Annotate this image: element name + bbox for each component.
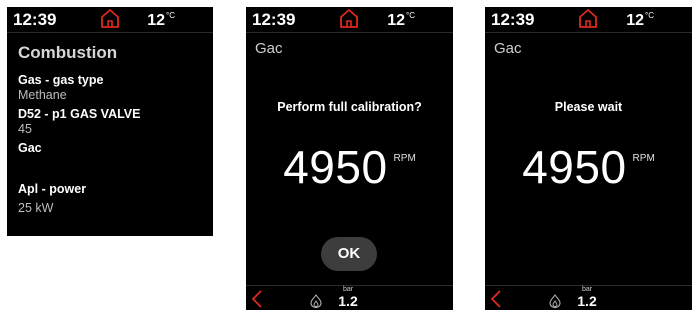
status-bar: 12:39 12°C bbox=[7, 7, 213, 33]
ok-button[interactable]: OK bbox=[321, 237, 377, 271]
home-icon[interactable] bbox=[338, 7, 360, 29]
back-arrow-icon[interactable] bbox=[250, 289, 264, 309]
screen-calibration-wait: 12:39 12°C Gac Please wait 4950 RPM bar 1… bbox=[485, 7, 692, 310]
fan-speed-readout: 4950 RPM bbox=[246, 140, 453, 194]
rpm-value: 4950 bbox=[283, 141, 388, 193]
rpm-value: 4950 bbox=[522, 141, 627, 193]
clock-time: 12:39 bbox=[252, 10, 296, 29]
back-arrow-icon[interactable] bbox=[489, 289, 503, 309]
pressure-readout: bar 1.2 bbox=[575, 286, 599, 308]
param-gac[interactable]: Gac bbox=[18, 141, 42, 156]
page-title: Gac bbox=[255, 40, 283, 57]
wait-message: Please wait bbox=[554, 100, 623, 114]
param-gas-type[interactable]: Gas - gas type Methane bbox=[18, 73, 103, 103]
bottom-bar: bar 1.2 bbox=[246, 285, 453, 310]
fan-speed-readout: 4950 RPM bbox=[485, 140, 692, 194]
pressure-value: 1.2 bbox=[577, 293, 597, 309]
pressure-value: 1.2 bbox=[338, 293, 358, 309]
param-power[interactable]: Apl - power 25 kW bbox=[18, 182, 86, 216]
flame-icon bbox=[310, 294, 322, 308]
flame-icon bbox=[549, 294, 561, 308]
outdoor-temperature: 12°C bbox=[626, 11, 654, 29]
home-icon[interactable] bbox=[577, 7, 599, 29]
param-value: Methane bbox=[18, 88, 67, 102]
clock-time: 12:39 bbox=[491, 10, 535, 29]
param-label: Apl - power bbox=[18, 182, 87, 196]
param-value: 45 bbox=[18, 122, 32, 136]
bottom-bar: bar 1.2 bbox=[485, 285, 692, 310]
status-bar: 12:39 12°C bbox=[485, 7, 692, 33]
page-title: Gac bbox=[494, 40, 522, 57]
pressure-readout: bar 1.2 bbox=[336, 286, 360, 308]
calibration-prompt: Perform full calibration? bbox=[277, 100, 422, 114]
rpm-unit: RPM bbox=[393, 153, 416, 164]
outdoor-temperature: 12°C bbox=[387, 11, 415, 29]
rpm-unit: RPM bbox=[632, 153, 655, 164]
param-label: D52 - p1 GAS VALVE bbox=[18, 107, 141, 121]
clock-time: 12:39 bbox=[13, 10, 57, 29]
screen-calibration-confirm: 12:39 12°C Gac Perform full calibration?… bbox=[246, 7, 453, 310]
param-gas-valve[interactable]: D52 - p1 GAS VALVE 45 bbox=[18, 107, 140, 137]
page-title: Combustion bbox=[18, 43, 118, 62]
screen-combustion: 12:39 12°C Combustion Gas - gas type Met… bbox=[7, 7, 213, 236]
outdoor-temperature: 12°C bbox=[147, 11, 175, 29]
home-icon[interactable] bbox=[99, 7, 121, 29]
param-value: 25 kW bbox=[18, 201, 54, 215]
param-label: Gac bbox=[18, 141, 42, 155]
status-bar: 12:39 12°C bbox=[246, 7, 453, 33]
param-label: Gas - gas type bbox=[18, 73, 104, 87]
